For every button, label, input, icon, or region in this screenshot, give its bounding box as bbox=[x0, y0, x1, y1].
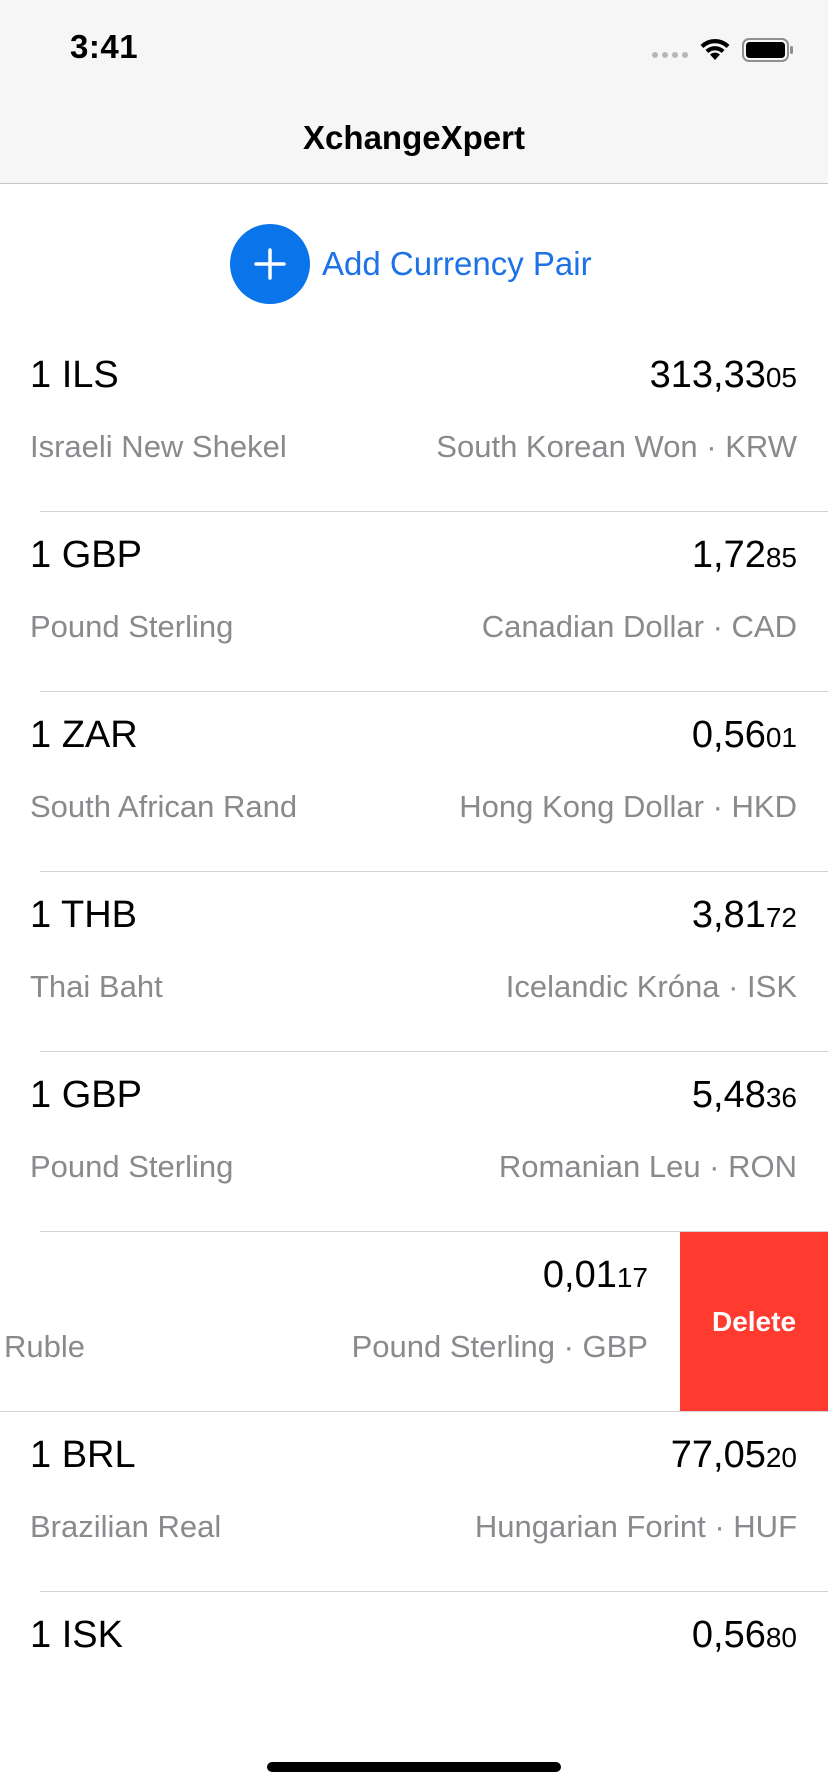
currency-pair-row[interactable]: 1 ZAR 0,5601 South African Rand Hong Kon… bbox=[0, 692, 828, 872]
add-currency-pair-label: Add Currency Pair bbox=[322, 245, 592, 282]
base-amount: 1 GBP bbox=[30, 534, 142, 576]
exchange-rate: 0,5680 bbox=[691, 1614, 797, 1656]
exchange-rate: 5,4836 bbox=[691, 1074, 797, 1116]
base-currency-name: Ruble bbox=[4, 1329, 85, 1364]
exchange-rate: 77,0520 bbox=[670, 1434, 797, 1476]
base-amount: 1 GBP bbox=[30, 1074, 142, 1116]
base-amount: 1 BRL bbox=[30, 1434, 136, 1476]
exchange-rate: 0,5601 bbox=[691, 714, 797, 756]
currency-pair-row[interactable]: 1 ISK 0,5680 bbox=[0, 1592, 828, 1772]
quote-currency: Hong Kong Dollar · HKD bbox=[459, 789, 797, 824]
battery-icon bbox=[742, 38, 793, 62]
quote-currency: Canadian Dollar · CAD bbox=[481, 609, 797, 644]
currency-pair-row-swiped[interactable]: 0,0117 Ruble Pound Sterling · GBP Delete bbox=[0, 1232, 828, 1412]
quote-currency: Hungarian Forint · HUF bbox=[474, 1509, 797, 1544]
quote-currency: Pound Sterling · GBP bbox=[351, 1329, 648, 1364]
plus-icon bbox=[230, 224, 310, 304]
base-amount: 1 ILS bbox=[30, 354, 119, 396]
base-currency-name: Pound Sterling bbox=[30, 1149, 234, 1184]
base-amount: 1 ZAR bbox=[30, 714, 138, 756]
base-currency-name: South African Rand bbox=[30, 789, 298, 824]
currency-pair-row[interactable]: 1 ILS 313,3305 Israeli New Shekel South … bbox=[0, 332, 828, 512]
exchange-rate: 1,7285 bbox=[691, 534, 797, 576]
add-currency-pair-button[interactable]: Add Currency Pair bbox=[230, 224, 592, 304]
base-currency-name: Thai Baht bbox=[30, 969, 163, 1004]
exchange-rate: 3,8172 bbox=[691, 894, 797, 936]
quote-currency: South Korean Won · KRW bbox=[436, 429, 797, 464]
base-currency-name: Brazilian Real bbox=[30, 1509, 222, 1544]
page-title: XchangeXpert bbox=[303, 119, 525, 156]
base-currency-name: Israeli New Shekel bbox=[30, 429, 287, 464]
wifi-icon bbox=[700, 38, 730, 60]
quote-currency: Icelandic Króna · ISK bbox=[505, 969, 797, 1004]
currency-pair-row[interactable]: 1 GBP 5,4836 Pound Sterling Romanian Leu… bbox=[0, 1052, 828, 1232]
delete-button[interactable]: Delete bbox=[680, 1232, 828, 1412]
cellular-signal-icon bbox=[652, 52, 688, 58]
quote-currency: Romanian Leu · RON bbox=[498, 1149, 797, 1184]
exchange-rate: 313,3305 bbox=[649, 354, 797, 396]
base-amount: 1 ISK bbox=[30, 1614, 123, 1656]
currency-pair-row[interactable]: 1 GBP 1,7285 Pound Sterling Canadian Dol… bbox=[0, 512, 828, 692]
currency-pair-row[interactable]: 1 THB 3,8172 Thai Baht Icelandic Króna ·… bbox=[0, 872, 828, 1052]
home-indicator bbox=[267, 1762, 561, 1772]
exchange-rate: 0,0117 bbox=[542, 1254, 648, 1296]
status-time: 3:41 bbox=[70, 28, 139, 65]
navigation-header: 3:41 XchangeXpert bbox=[0, 0, 828, 184]
currency-pair-row[interactable]: 1 BRL 77,0520 Brazilian Real Hungarian F… bbox=[0, 1412, 828, 1592]
base-currency-name: Pound Sterling bbox=[30, 609, 234, 644]
base-amount: 1 THB bbox=[30, 894, 138, 936]
